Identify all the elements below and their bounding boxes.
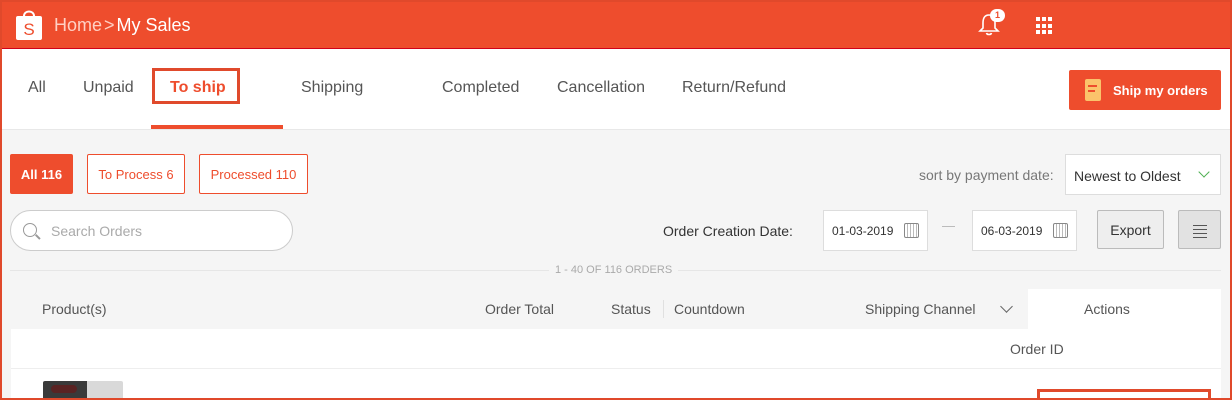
order-id-label: Order ID [1010, 341, 1064, 357]
apps-grid-icon[interactable] [1036, 17, 1054, 35]
notification-badge: 1 [990, 9, 1005, 22]
chevron-down-icon [1198, 166, 1210, 178]
svg-text:S: S [23, 20, 34, 39]
export-button[interactable]: Export [1097, 210, 1164, 249]
sort-select-value: Newest to Oldest [1074, 168, 1181, 184]
chevron-down-icon[interactable] [1000, 300, 1013, 313]
tab-return-refund[interactable]: Return/Refund [682, 79, 786, 97]
col-shipping-channel[interactable]: Shipping Channel [865, 301, 976, 317]
date-to-value: 06-03-2019 [981, 224, 1043, 238]
orders-count: 1 - 40 OF 116 ORDERS [549, 264, 679, 276]
calendar-icon [904, 223, 919, 238]
col-order-total[interactable]: Order Total [485, 301, 554, 317]
col-products: Product(s) [42, 301, 107, 317]
shopee-logo-icon[interactable]: S [15, 7, 43, 41]
page-title: My Sales [116, 15, 191, 35]
tab-all[interactable]: All [28, 79, 46, 97]
search-input[interactable] [51, 222, 271, 240]
tab-shipping[interactable]: Shipping [301, 79, 363, 97]
list-view-button[interactable] [1178, 210, 1221, 249]
filter-processed[interactable]: Processed 110 [199, 154, 308, 194]
breadcrumb: Home > My Sales [54, 15, 191, 36]
ship-my-orders-button[interactable]: Ship my orders [1069, 70, 1221, 110]
breadcrumb-separator: > [104, 15, 115, 35]
active-tab-underline [151, 125, 283, 129]
active-tab-highlight [152, 68, 240, 104]
document-icon [1085, 79, 1101, 101]
col-countdown[interactable]: Countdown [674, 301, 745, 317]
filter-to-process[interactable]: To Process 6 [87, 154, 185, 194]
order-creation-date-label: Order Creation Date: [663, 223, 793, 239]
order-action-button[interactable] [1037, 389, 1211, 400]
col-actions: Actions [1084, 301, 1130, 317]
status-tabs: All Unpaid To ship Shipping Completed Ca… [0, 49, 1232, 130]
date-range-dash [942, 226, 955, 227]
date-from-value: 01-03-2019 [832, 224, 894, 238]
divider [11, 368, 1221, 369]
breadcrumb-home[interactable]: Home [54, 15, 102, 35]
filter-all[interactable]: All 116 [10, 154, 73, 194]
top-bar: S Home > My Sales 1 [0, 0, 1232, 49]
search-icon [23, 223, 37, 237]
search-box [10, 210, 293, 251]
sort-label: sort by payment date: [919, 167, 1054, 183]
date-from-field[interactable]: 01-03-2019 [823, 210, 928, 251]
col-status: Status [611, 301, 651, 317]
calendar-icon [1053, 223, 1068, 238]
sort-select[interactable]: Newest to Oldest [1065, 154, 1221, 195]
column-separator [663, 300, 664, 318]
tab-cancellation[interactable]: Cancellation [557, 79, 645, 97]
date-to-field[interactable]: 06-03-2019 [972, 210, 1077, 251]
ship-my-orders-label: Ship my orders [1113, 82, 1208, 98]
product-thumbnail[interactable] [43, 381, 123, 400]
tab-unpaid[interactable]: Unpaid [83, 79, 134, 97]
tab-completed[interactable]: Completed [442, 79, 519, 97]
